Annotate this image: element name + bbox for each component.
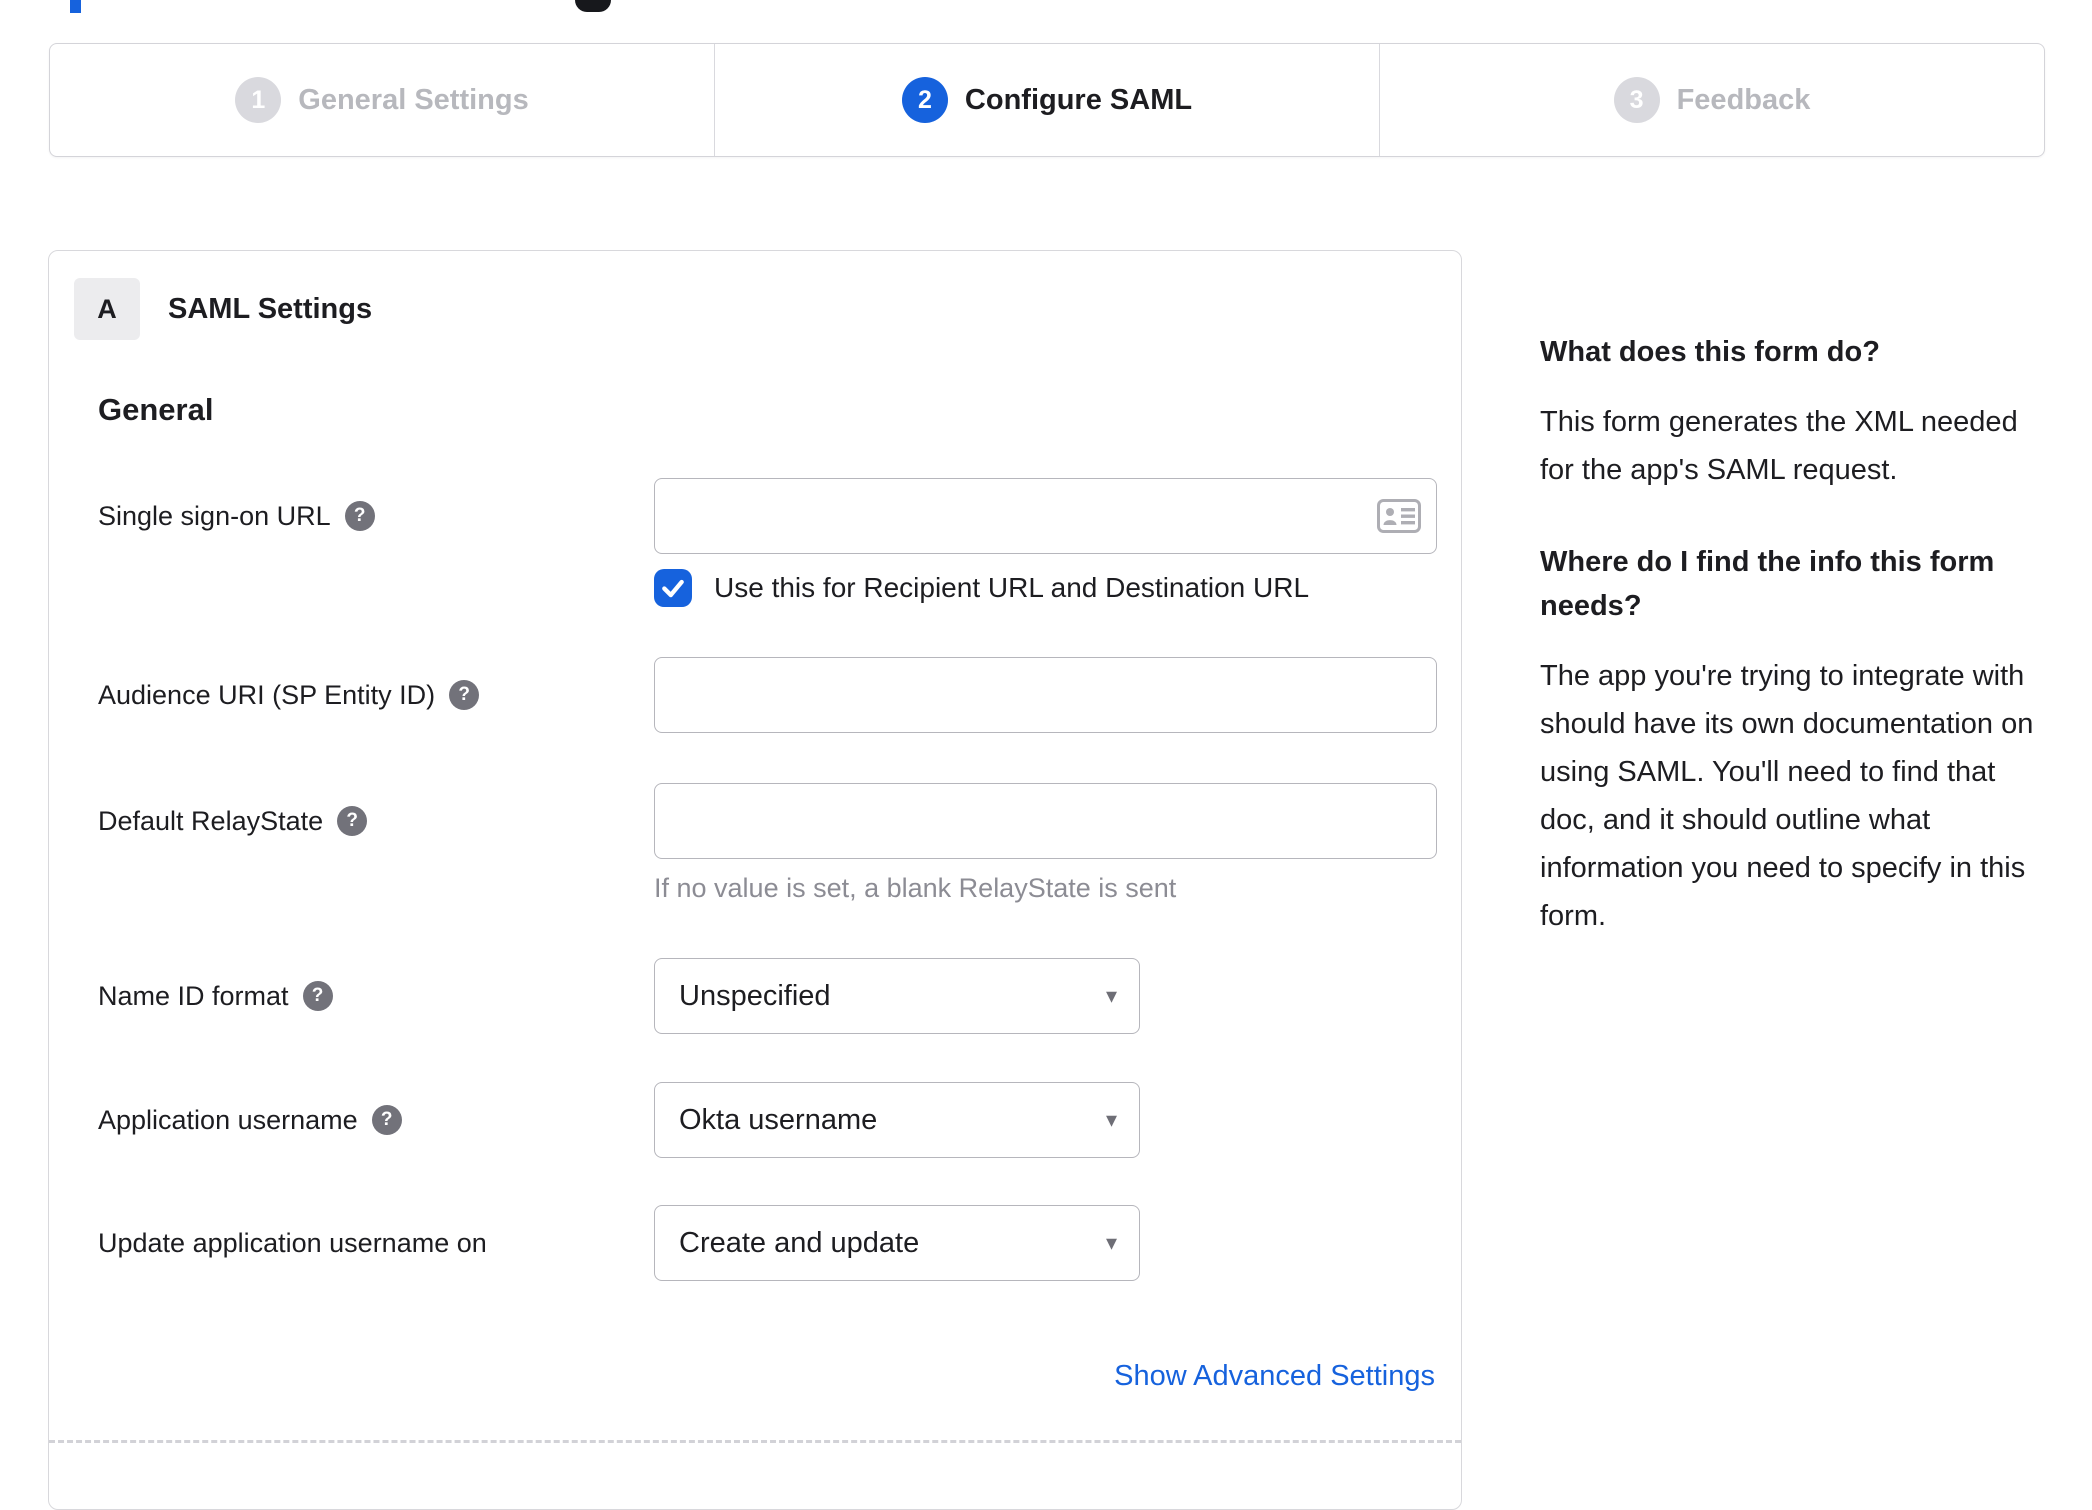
sso-recipient-checkbox-row: Use this for Recipient URL and Destinati… bbox=[654, 566, 1437, 610]
sso-url-label: Single sign-on URL bbox=[98, 500, 331, 531]
step-2-label: Configure SAML bbox=[964, 83, 1193, 116]
chevron-down-icon: ▾ bbox=[1105, 983, 1117, 1008]
step-1-label: General Settings bbox=[298, 83, 529, 116]
update-username-value: Create and update bbox=[679, 1226, 920, 1259]
name-id-format-select[interactable]: Unspecified ▾ bbox=[654, 958, 1140, 1034]
section-divider bbox=[49, 1440, 1461, 1443]
section-a-badge: A bbox=[74, 278, 140, 340]
field-row-relay-state: Default RelayState ? If no value is set,… bbox=[49, 783, 1461, 904]
name-id-format-label: Name ID format bbox=[98, 980, 289, 1011]
recipient-destination-checkbox[interactable] bbox=[654, 569, 692, 607]
advanced-settings-row: Show Advanced Settings bbox=[49, 1360, 1461, 1393]
general-section-heading: General bbox=[98, 392, 214, 427]
recipient-destination-checkbox-label[interactable]: Use this for Recipient URL and Destinati… bbox=[714, 572, 1309, 604]
show-advanced-settings-link[interactable]: Show Advanced Settings bbox=[1114, 1360, 1435, 1392]
cutoff-blue-fragment bbox=[70, 0, 81, 13]
field-row-update-username: Update application username on Create an… bbox=[49, 1205, 1461, 1281]
sso-url-help-icon[interactable]: ? bbox=[344, 501, 375, 531]
sidebar-paragraph-what: This form generates the XML needed for t… bbox=[1540, 406, 2018, 486]
chevron-down-icon: ▾ bbox=[1105, 1107, 1117, 1132]
check-icon bbox=[662, 579, 684, 598]
step-2-circle: 2 bbox=[901, 77, 948, 123]
relay-state-label: Default RelayState bbox=[98, 805, 324, 836]
update-username-select[interactable]: Create and update ▾ bbox=[654, 1205, 1140, 1281]
step-3-circle: 3 bbox=[1613, 77, 1660, 123]
relay-state-input[interactable] bbox=[654, 783, 1437, 859]
field-row-application-username: Application username ? Okta username ▾ bbox=[49, 1082, 1461, 1158]
panel-title: SAML Settings bbox=[168, 292, 373, 325]
wizard-stepper: 1 General Settings 2 Configure SAML 3 Fe… bbox=[49, 43, 2045, 157]
sidebar-heading-where: Where do I find the info this form needs… bbox=[1540, 546, 1995, 622]
name-id-format-value: Unspecified bbox=[679, 979, 831, 1012]
application-username-help-icon[interactable]: ? bbox=[371, 1105, 402, 1135]
audience-uri-label: Audience URI (SP Entity ID) bbox=[98, 679, 436, 710]
relay-state-help-icon[interactable]: ? bbox=[337, 806, 368, 836]
field-row-audience-uri: Audience URI (SP Entity ID) ? bbox=[49, 657, 1461, 733]
step-1-circle: 1 bbox=[235, 77, 282, 123]
sso-url-input[interactable] bbox=[654, 478, 1437, 554]
audience-uri-help-icon[interactable]: ? bbox=[449, 680, 480, 710]
cutoff-top-content bbox=[0, 0, 2092, 30]
name-id-format-help-icon[interactable]: ? bbox=[302, 981, 333, 1011]
panel-header: A SAML Settings bbox=[49, 278, 1461, 340]
sidebar-heading-what: What does this form do? bbox=[1540, 336, 1880, 368]
cutoff-dark-icon bbox=[575, 0, 611, 12]
contact-card-icon[interactable] bbox=[1377, 499, 1421, 533]
step-3-label: Feedback bbox=[1676, 83, 1811, 116]
step-general-settings[interactable]: 1 General Settings bbox=[50, 44, 714, 156]
audience-uri-input[interactable] bbox=[654, 657, 1437, 733]
saml-settings-panel: A SAML Settings General Single sign-on U… bbox=[48, 250, 1462, 1510]
help-sidebar: What does this form do? This form genera… bbox=[1540, 250, 2052, 940]
sidebar-paragraph-where: The app you're trying to integrate with … bbox=[1540, 660, 2034, 932]
step-feedback[interactable]: 3 Feedback bbox=[1379, 44, 2044, 156]
relay-state-hint: If no value is set, a blank RelayState i… bbox=[654, 873, 1177, 903]
chevron-down-icon: ▾ bbox=[1105, 1230, 1117, 1255]
step-configure-saml[interactable]: 2 Configure SAML bbox=[714, 44, 1379, 156]
application-username-label: Application username bbox=[98, 1104, 358, 1135]
field-row-name-id-format: Name ID format ? Unspecified ▾ bbox=[49, 958, 1461, 1034]
application-username-select[interactable]: Okta username ▾ bbox=[654, 1082, 1140, 1158]
update-username-label: Update application username on bbox=[98, 1227, 487, 1258]
application-username-value: Okta username bbox=[679, 1103, 878, 1136]
field-row-sso-url: Single sign-on URL ? Use this for Recipi… bbox=[49, 478, 1461, 610]
